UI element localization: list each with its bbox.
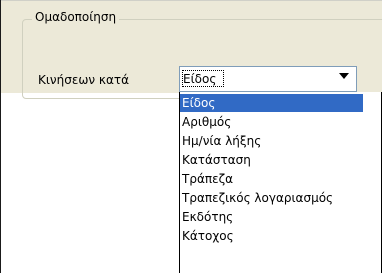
dropdown-option-katastasi[interactable]: Κατάσταση: [180, 151, 363, 169]
dropdown-option-trapeza[interactable]: Τράπεζα: [180, 170, 363, 188]
window-left-edge: [0, 0, 1, 273]
dropdown-option-arithmos[interactable]: Αριθμός: [180, 113, 363, 131]
dropdown-option-eidos[interactable]: Είδος: [180, 94, 363, 112]
dropdown-option-hmnia-lixis[interactable]: Ημ/νία λήξης: [180, 132, 363, 150]
grouping-field-label: Κινήσεων κατά: [38, 73, 130, 87]
dropdown-option-ekdotis[interactable]: Εκδότης: [180, 208, 363, 226]
grouping-combobox[interactable]: Είδος: [179, 66, 357, 92]
chevron-down-icon[interactable]: [339, 73, 349, 79]
grouping-dropdown-list[interactable]: Είδος Αριθμός Ημ/νία λήξης Κατάσταση Τρά…: [179, 92, 382, 273]
dropdown-option-katoxos[interactable]: Κάτοχος: [180, 227, 363, 245]
combobox-selected-value: Είδος: [182, 70, 333, 87]
groupbox-title: Ομαδοποίηση: [32, 9, 120, 25]
dropdown-option-trapezikos-logariasmos[interactable]: Τραπεζικός λογαριασμός: [180, 189, 363, 207]
